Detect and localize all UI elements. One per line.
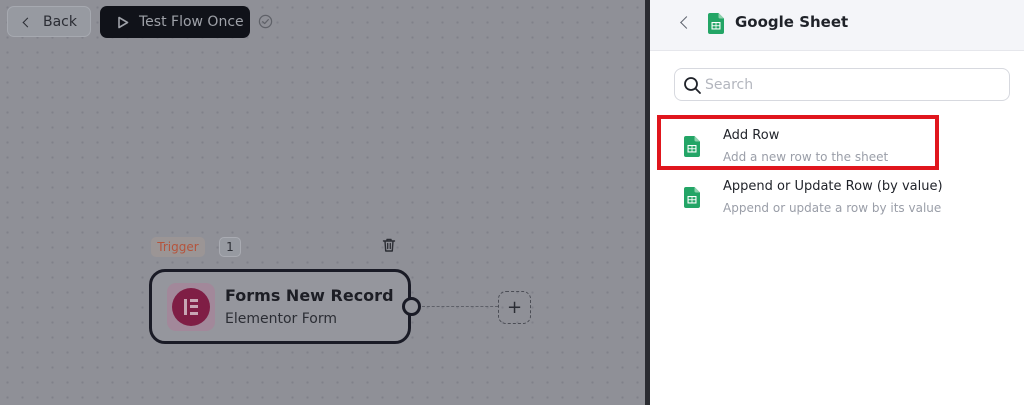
back-button-label: Back (43, 13, 77, 30)
back-button[interactable]: Back (7, 6, 91, 37)
node-text: Forms New Record Elementor Form (225, 286, 394, 327)
google-sheet-icon (708, 13, 724, 34)
trigger-node[interactable]: Forms New Record Elementor Form (149, 269, 411, 344)
flow-canvas[interactable]: Back Test Flow Once Trigger 1 Forms New … (0, 0, 645, 405)
action-description: Add a new row to the sheet (723, 150, 889, 164)
action-description: Append or update a row by its value (723, 201, 942, 215)
plus-icon: + (506, 297, 523, 318)
trigger-badge: Trigger (151, 237, 205, 257)
play-icon (118, 16, 129, 28)
action-title: Append or Update Row (by value) (723, 179, 943, 194)
step-count-badge: 1 (219, 237, 241, 257)
trash-icon[interactable] (381, 237, 397, 253)
test-flow-button[interactable]: Test Flow Once (100, 6, 250, 38)
search-box[interactable] (674, 68, 1010, 101)
add-step-button[interactable]: + (498, 291, 531, 324)
search-icon (684, 77, 701, 94)
elementor-icon (172, 287, 210, 326)
search-input[interactable] (705, 74, 1001, 96)
node-icon-wrapper (167, 282, 215, 331)
google-sheet-icon (684, 136, 700, 157)
action-item-add-row[interactable]: Add Row Add a new row to the sheet (650, 122, 1024, 172)
google-sheet-icon (684, 187, 700, 208)
chevron-left-icon[interactable] (680, 16, 693, 29)
node-output-port[interactable] (402, 297, 421, 316)
chevron-left-icon (22, 17, 33, 27)
node-title: Forms New Record (225, 286, 394, 305)
test-flow-button-label: Test Flow Once (139, 14, 244, 30)
panel-header: Google Sheet (650, 0, 1024, 51)
action-title: Add Row (723, 128, 780, 143)
action-item-append-update-row[interactable]: Append or Update Row (by value) Append o… (650, 173, 1024, 223)
actions-panel: Google Sheet Add Row Add a new row to th… (650, 0, 1024, 405)
node-subtitle: Elementor Form (225, 311, 337, 327)
check-circle-icon[interactable] (258, 14, 273, 29)
connector-line (422, 306, 498, 307)
panel-title: Google Sheet (735, 13, 849, 31)
